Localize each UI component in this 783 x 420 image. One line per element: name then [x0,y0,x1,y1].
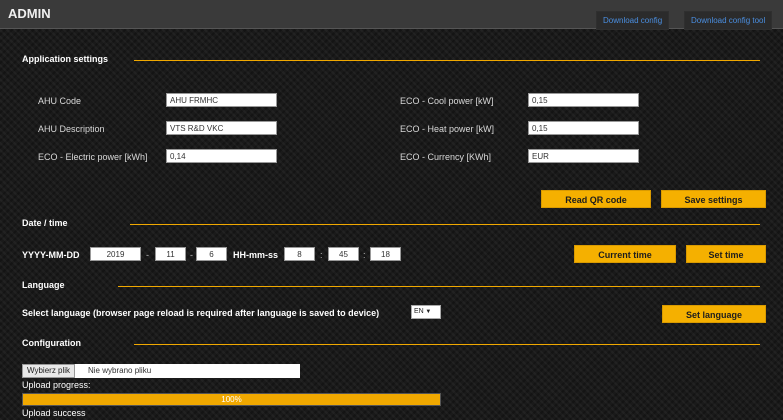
section-divider [130,224,760,225]
date-format-label: YYYY-MM-DD [22,250,80,260]
eco-heat-input[interactable]: 0,15 [528,121,639,135]
language-select[interactable]: EN ▼ [411,305,441,319]
page-title: ADMIN [8,6,51,21]
save-settings-button[interactable]: Save settings [661,190,766,208]
current-time-button[interactable]: Current time [574,245,676,263]
minute-input[interactable]: 45 [328,247,359,261]
month-input[interactable]: 11 [155,247,186,261]
file-status-text: Nie wybrano pliku [88,366,152,375]
ahu-description-label: AHU Description [38,124,105,134]
eco-cool-input[interactable]: 0,15 [528,93,639,107]
eco-cool-label: ECO - Cool power [kW] [400,96,494,106]
day-input[interactable]: 6 [196,247,227,261]
upload-progress-label: Upload progress: [22,380,91,390]
chevron-down-icon: ▼ [423,309,432,315]
eco-currency-input[interactable]: EUR [528,149,639,163]
set-language-button[interactable]: Set language [662,305,766,323]
ahu-code-label: AHU Code [38,96,82,106]
section-divider [134,60,760,61]
time-format-label: HH-mm-ss [233,250,279,260]
eco-heat-label: ECO - Heat power [kW] [400,124,495,134]
hour-input[interactable]: 8 [284,247,315,261]
progress-percent-text: 100% [221,395,242,404]
read-qr-code-button[interactable]: Read QR code [541,190,651,208]
language-title: Language [22,280,65,290]
year-input[interactable]: 2019 [90,247,141,261]
select-language-label: Select language (browser page reload is … [22,308,380,318]
upload-progress-bar: 100% [22,393,441,406]
set-time-button[interactable]: Set time [686,245,766,263]
eco-electric-label: ECO - Electric power [kWh] [38,152,148,162]
date-separator: - [146,250,149,260]
download-config-tool-button[interactable]: Download config tool [684,11,773,30]
second-input[interactable]: 18 [370,247,401,261]
application-settings-title: Application settings [22,54,109,64]
download-config-button[interactable]: Download config [596,11,670,30]
upload-status-text: Upload success [22,408,86,418]
time-separator: : [320,250,323,260]
file-input[interactable]: Wybierz plik Nie wybrano pliku [22,364,300,378]
date-separator: - [190,250,193,260]
configuration-title: Configuration [22,338,81,348]
selected-language: EN [414,308,424,315]
choose-file-button[interactable]: Wybierz plik [22,364,76,378]
eco-currency-label: ECO - Currency [KWh] [400,152,492,162]
ahu-code-input[interactable]: AHU FRMHC [166,93,277,107]
date-time-title: Date / time [22,218,68,228]
section-divider [118,286,760,287]
top-bar: ADMIN Download config Download config to… [0,0,783,30]
ahu-description-input[interactable]: VTS R&D VKC [166,121,277,135]
eco-electric-input[interactable]: 0,14 [166,149,277,163]
time-separator: : [363,250,366,260]
section-divider [134,344,760,345]
